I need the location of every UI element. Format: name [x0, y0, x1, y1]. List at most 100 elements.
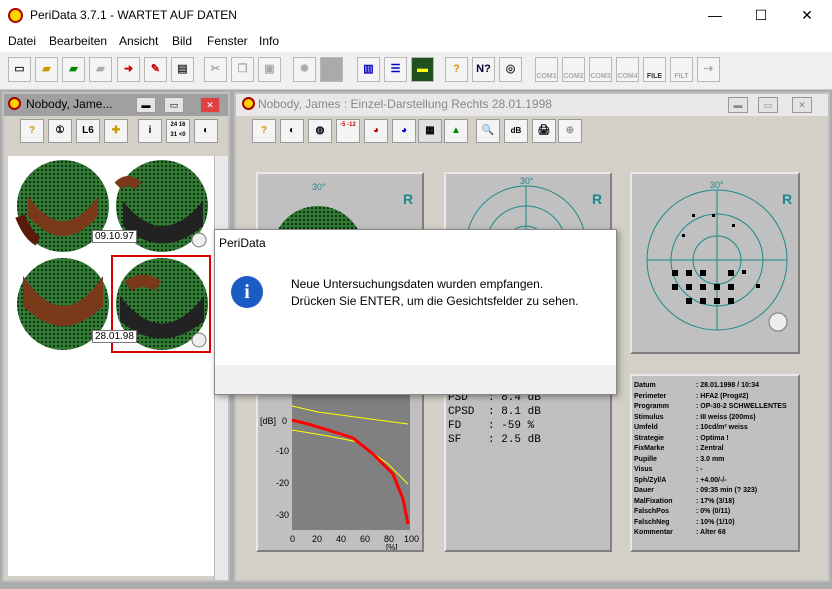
left-window: Nobody, Jame... ▬ ▭ ✕ ? ① L6 ✚ i 24 16 3…: [2, 92, 230, 582]
info-row: Pupille: 3.0 mm: [634, 456, 724, 463]
crosshair-icon[interactable]: ⊕: [558, 119, 582, 143]
right-print-icon[interactable]: 🖨: [532, 119, 556, 143]
ytick-0: 0: [282, 416, 287, 426]
info-label: Programm: [634, 403, 670, 410]
transfer-icon[interactable]: ⇢: [697, 57, 720, 82]
right-window-titlebar: Nobody, James : Einzel-Darstellung Recht…: [236, 94, 828, 116]
info-value: 17% (3/18): [700, 497, 735, 505]
info-label: Umfeld: [634, 424, 658, 431]
field-3-eye: R: [782, 191, 792, 207]
dialog-footer: [215, 365, 616, 394]
menu-ansicht[interactable]: Ansicht: [119, 34, 158, 48]
right-close-button[interactable]: ✕: [792, 97, 812, 113]
menu-info[interactable]: Info: [259, 34, 279, 48]
info-value: III weiss (200ms): [700, 413, 756, 421]
info-row: Programm: OP-30-2 SCHWELLENTES: [634, 403, 787, 410]
info-dialog: PeriData i Neue Untersuchungsdaten wurde…: [214, 229, 617, 395]
color-map-2-icon[interactable]: ◕: [392, 119, 416, 143]
screen-icon[interactable]: ▬: [411, 57, 434, 82]
grid-icon[interactable]: ▦: [418, 119, 442, 143]
main-toolbar: ▭ ▰ ▰ ▰ ➜ ✎ ▤ ✂ ❐ ▣ ✹ ▥ ☰ ▬ ? N? ◎ COM1 …: [0, 52, 832, 90]
right-minimize-button[interactable]: ▬: [728, 97, 748, 113]
info-label: Pupille: [634, 455, 657, 463]
menu-bearbeiten[interactable]: Bearbeiten: [49, 34, 107, 48]
info-row: Visus: -: [634, 466, 703, 473]
cut-icon[interactable]: ✂: [204, 57, 227, 82]
info-value: 10% (1/10): [700, 518, 735, 526]
info-row: Sph/Zyl/A: +4.00/-/-: [634, 477, 727, 484]
stat-label: SF: [448, 434, 462, 446]
curve-plot-area: [292, 394, 410, 530]
left-values-icon[interactable]: 24 16 31 <0: [166, 119, 190, 143]
menu-datei[interactable]: Datei: [8, 34, 36, 48]
info-icon: i: [231, 276, 263, 308]
menu-fenster[interactable]: Fenster: [207, 34, 248, 48]
hill-icon[interactable]: ▲: [444, 119, 468, 143]
left-close-button[interactable]: ✕: [200, 97, 220, 113]
print-icon[interactable]: ▤: [171, 57, 194, 82]
curve-unit: [dB]: [260, 416, 276, 426]
greyscale-icon[interactable]: ◐: [280, 119, 304, 143]
field-2-eye: R: [592, 191, 602, 207]
left-rotate-icon[interactable]: ✚: [104, 119, 128, 143]
xtick-3: 60: [360, 534, 370, 544]
copy-icon[interactable]: ❐: [231, 57, 254, 82]
context-help-icon[interactable]: N?: [472, 57, 495, 82]
color-map-icon[interactable]: ◕: [364, 119, 388, 143]
open-folder-icon[interactable]: ▰: [35, 57, 58, 82]
new-file-icon[interactable]: ▭: [8, 57, 31, 82]
com2-button[interactable]: COM2: [562, 57, 585, 82]
com1-button[interactable]: COM1: [535, 57, 558, 82]
stop-icon[interactable]: [320, 57, 343, 82]
info-label: Dauer: [634, 487, 654, 494]
field-3-symbols: [672, 214, 760, 304]
paste-icon[interactable]: ▣: [258, 57, 281, 82]
info-value: 0% (0/11): [700, 508, 731, 515]
file-button[interactable]: FILE: [643, 57, 666, 82]
close-button[interactable]: ✕: [784, 0, 830, 30]
info-value: OP-30-2 SCHWELLENTES: [700, 403, 787, 410]
xtick-5: 100: [404, 534, 419, 544]
info-label: Kommentar: [634, 529, 673, 536]
info-row: Umfeld: 10cd/m² weiss: [634, 424, 748, 431]
globe-icon[interactable]: ◎: [499, 57, 522, 82]
export-icon[interactable]: ✎: [144, 57, 167, 82]
left-info-icon[interactable]: i: [138, 119, 162, 143]
right-maximize-button[interactable]: ▭: [758, 97, 778, 113]
tile-vertical-icon[interactable]: ▥: [357, 57, 380, 82]
info-label: Sph/Zyl/A: [634, 476, 667, 484]
tile-horizontal-icon[interactable]: ☰: [384, 57, 407, 82]
left-help-icon[interactable]: ?: [20, 119, 44, 143]
info-row: FixMarke: Zentral: [634, 445, 724, 452]
open-disabled-icon[interactable]: ▰: [89, 57, 112, 82]
bug-icon[interactable]: ✹: [293, 57, 316, 82]
left-greyscale-icon[interactable]: ◐: [194, 119, 218, 143]
open-green-folder-icon[interactable]: ▰: [62, 57, 85, 82]
left-number-icon[interactable]: ①: [48, 119, 72, 143]
app-logo-icon: [8, 8, 23, 23]
curve-xunit: [%]: [386, 543, 398, 550]
maximize-button[interactable]: ☐: [738, 0, 784, 30]
left-l6-icon[interactable]: L6: [76, 119, 100, 143]
menu-bild[interactable]: Bild: [172, 34, 192, 48]
numeric-icon[interactable]: -5 -12: [336, 119, 360, 143]
dialog-message: Neue Untersuchungsdaten wurden empfangen…: [291, 277, 579, 308]
zoom-icon[interactable]: 🔍: [476, 119, 500, 143]
field-panel-3: 30° R: [630, 172, 800, 354]
import-icon[interactable]: ➜: [117, 57, 140, 82]
thumb-date-2: 28.01.98: [92, 330, 137, 343]
right-help-icon[interactable]: ?: [252, 119, 276, 143]
help-icon[interactable]: ?: [445, 57, 468, 82]
left-maximize-button[interactable]: ▭: [164, 97, 184, 113]
com4-button[interactable]: COM4: [616, 57, 639, 82]
com3-button[interactable]: COM3: [589, 57, 612, 82]
filt-button[interactable]: FILT: [670, 57, 693, 82]
title-bar: PeriData 3.7.1 - WARTET AUF DATEN — ☐ ✕: [0, 0, 832, 32]
info-label: FalschNeg: [634, 518, 670, 526]
left-minimize-button[interactable]: ▬: [136, 97, 156, 113]
db-icon[interactable]: dB: [504, 119, 528, 143]
dots-icon[interactable]: ◍: [308, 119, 332, 143]
minimize-button[interactable]: —: [692, 0, 738, 30]
ytick-3: -30: [276, 510, 289, 520]
stat-label: CPSD: [448, 406, 475, 418]
